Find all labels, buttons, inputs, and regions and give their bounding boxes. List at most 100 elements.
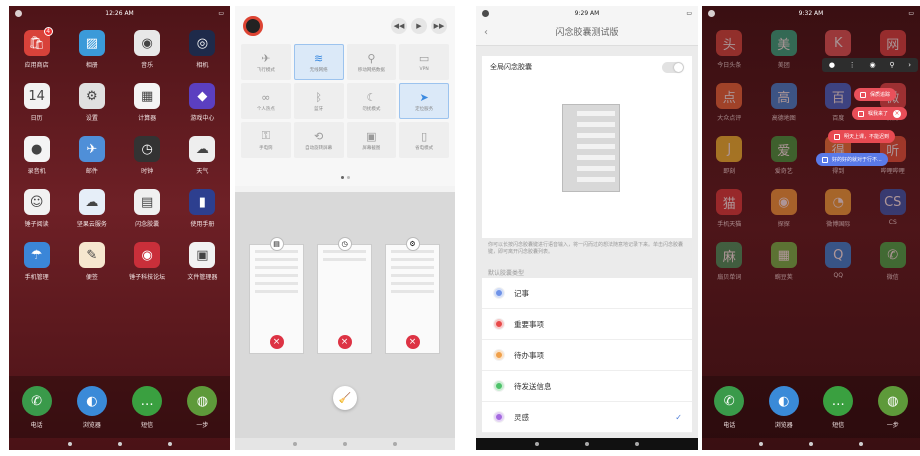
close-icon[interactable]: ×	[337, 335, 352, 349]
close-icon[interactable]: ×	[405, 335, 420, 349]
app-phone-manager[interactable]: ☂ 手机管理	[9, 242, 64, 281]
app-calendar[interactable]: 14 日历	[9, 83, 64, 122]
toggle-wifi[interactable]: ≋ 无线网络	[293, 44, 344, 80]
app-tile[interactable]: ▦ 豌豆荚	[757, 242, 812, 281]
toggle-battery[interactable]: ▯ 省电模式	[399, 122, 449, 158]
app-forum[interactable]: ◉ 锤子科技论坛	[120, 242, 175, 281]
app-weather[interactable]: ☁ 天气	[175, 136, 230, 175]
target-icon[interactable]: ◉	[870, 61, 876, 69]
app-icon: 头	[716, 30, 743, 56]
search-icon[interactable]: ⚲	[889, 61, 894, 69]
home-button[interactable]	[809, 442, 813, 446]
app-messages[interactable]: … 短信	[120, 386, 175, 438]
app-phone[interactable]: ✆ 电话	[702, 386, 757, 438]
app-phone[interactable]: ✆ 电话	[9, 386, 64, 438]
app-clock[interactable]: ◷ 时钟	[120, 136, 175, 175]
global-capsule-row[interactable]: 全局闪念胶囊	[482, 56, 692, 78]
back-button[interactable]	[293, 442, 297, 446]
app-one-step[interactable]: ◍ 一步	[866, 386, 920, 438]
recent-card[interactable]: ⚙ ×	[385, 237, 440, 354]
back-button[interactable]	[67, 442, 72, 446]
next-track-icon[interactable]: ▶▶	[431, 18, 447, 34]
app-reader[interactable]: ☺ 锤子阅读	[9, 189, 64, 228]
app-tile[interactable]: 头今日头条	[702, 30, 757, 69]
capsule-type-row[interactable]: 待发送信息	[482, 371, 692, 402]
app-game-center[interactable]: ◆ 游戏中心	[175, 83, 230, 122]
app-messages[interactable]: … 短信	[811, 386, 866, 438]
mobile-data-icon: ⚲	[367, 51, 376, 65]
app-tile[interactable]: ✆ 微信	[866, 242, 920, 281]
app-recorder[interactable]: ● 录音机	[9, 136, 64, 175]
recents-button[interactable]	[167, 442, 172, 446]
toggle-rotate[interactable]: ⟲ 自动旋转屏幕	[293, 122, 344, 158]
capsule-bubble[interactable]: 好的好的就对于行不...	[816, 153, 888, 166]
app-browser[interactable]: ◐ 浏览器	[757, 386, 812, 438]
capsule-bubble[interactable]: 明天上课，不能迟到	[828, 130, 896, 143]
home-button[interactable]	[585, 442, 589, 446]
home-button[interactable]	[117, 442, 122, 446]
status-bar: 9:32 AM ▭	[702, 6, 920, 20]
recents-button[interactable]	[635, 442, 639, 446]
app-tile[interactable]: Q QQ	[811, 242, 866, 281]
app-tile[interactable]: ◉ 探探	[757, 189, 812, 228]
capsule-type-row[interactable]: 重要事项	[482, 309, 692, 340]
clear-all-button[interactable]: 🧹	[333, 386, 357, 410]
record-icon[interactable]: ●	[829, 61, 835, 69]
toggle-flashlight[interactable]: ⚿ 手电筒	[241, 122, 291, 158]
app-notes[interactable]: ✎ 便签	[64, 242, 119, 281]
app-tile[interactable]: 猫手机天猫	[702, 189, 757, 228]
recent-card[interactable]: ▤ ×	[249, 237, 304, 354]
capsule-type-row[interactable]: 记事	[482, 278, 692, 309]
close-icon[interactable]: ×	[269, 335, 284, 349]
app-tile[interactable]: ◔ 微博国际	[811, 189, 866, 228]
app-music[interactable]: ◉ 音乐	[120, 30, 175, 69]
music-cover-icon[interactable]	[243, 16, 263, 36]
back-button[interactable]	[759, 442, 763, 446]
recent-card[interactable]: ◷ ×	[317, 237, 372, 354]
home-button[interactable]	[343, 442, 347, 446]
chevron-right-icon[interactable]: ›	[908, 61, 911, 69]
previous-track-icon[interactable]: ◀◀	[391, 18, 407, 34]
play-icon[interactable]: ▶	[411, 18, 427, 34]
toggle-airplane[interactable]: ✈ 飞行模式	[241, 44, 291, 80]
capsule-bubble[interactable]: 嘱我来了 ×	[852, 107, 908, 120]
toggle-do-not-disturb[interactable]: ☾ 勿扰模式	[346, 83, 397, 119]
toggle-label: 屏幕截图	[362, 145, 381, 151]
app-tile[interactable]: 麻扇贝单词	[702, 242, 757, 281]
app-store[interactable]: 🛍 4 应用商店	[9, 27, 64, 69]
back-icon[interactable]: ‹	[484, 20, 488, 46]
capsule-bubble[interactable]: 保质追踪	[854, 88, 897, 101]
app-cloud[interactable]: ☁ 坚果云服务	[64, 189, 119, 228]
capsule-type-row[interactable]: 灵感 ✓	[482, 402, 692, 433]
app-browser[interactable]: ◐ 浏览器	[64, 386, 119, 438]
app-mail[interactable]: ✈ 邮件	[64, 136, 119, 175]
app-file-manager[interactable]: ▣ 文件管理器	[175, 242, 230, 281]
app-calculator[interactable]: ▦ 计算器	[120, 83, 175, 122]
app-capsule[interactable]: ▤ 闪念胶囊	[120, 189, 175, 228]
app-manual[interactable]: ▮ 使用手册	[175, 189, 230, 228]
app-one-step[interactable]: ◍ 一步	[175, 386, 230, 438]
app-tile[interactable]: 高高德地图	[757, 83, 812, 122]
app-tile[interactable]: CS CS	[866, 189, 920, 228]
recents-button[interactable]	[859, 442, 863, 446]
toggle-mobile-data[interactable]: ⚲ 移动网络数据	[346, 44, 397, 80]
app-tile[interactable]: 爱爱奇艺	[757, 136, 812, 175]
app-tile[interactable]: 点大众点评	[702, 83, 757, 122]
toggle-vpn[interactable]: ▭ VPN	[399, 44, 449, 80]
toggle-location[interactable]: ➤ 定位服务	[399, 83, 449, 119]
app-settings[interactable]: ⚙ 设置	[64, 83, 119, 122]
global-capsule-toggle[interactable]	[662, 61, 684, 73]
toggle-bluetooth[interactable]: ᛒ 蓝牙	[293, 83, 344, 119]
capsule-type-row[interactable]: 待办事项	[482, 340, 692, 371]
recents-button[interactable]	[393, 442, 397, 446]
app-gallery[interactable]: ▨ 相册	[64, 30, 119, 69]
app-tile[interactable]: 美美团	[757, 30, 812, 69]
app-camera[interactable]: ◎ 相机	[175, 30, 230, 69]
toggle-hotspot[interactable]: ∞ 个人热点	[241, 83, 291, 119]
more-icon[interactable]: ⋮	[849, 61, 856, 69]
back-button[interactable]	[535, 442, 539, 446]
app-label: CS	[888, 219, 897, 226]
close-icon[interactable]: ×	[893, 109, 902, 118]
app-tile[interactable]: J 即刻	[702, 136, 757, 175]
toggle-screenshot[interactable]: ▣ 屏幕截图	[346, 122, 397, 158]
